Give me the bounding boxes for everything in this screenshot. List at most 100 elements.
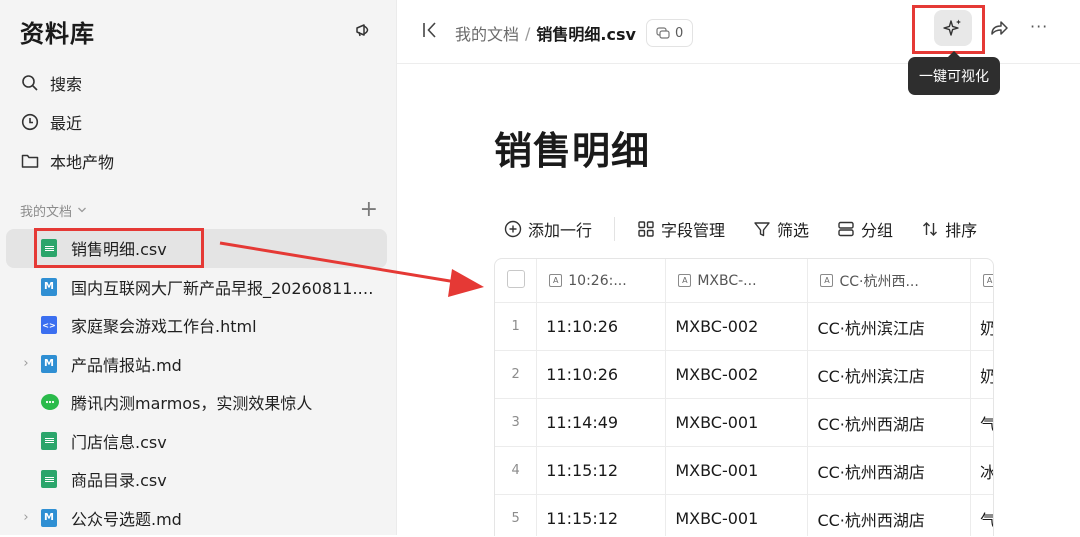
breadcrumb-current: 销售明细.csv (536, 21, 636, 45)
table-cell[interactable]: CC·杭州西湖店 (808, 507, 970, 531)
table-cell[interactable]: 奶昔 (971, 315, 994, 339)
doc-item-product-catalog[interactable]: 商品目录.csv (6, 460, 387, 499)
doc-item-tencent-marmos[interactable]: 腾讯内测marmos，实测效果惊人 (6, 383, 387, 422)
search-icon (20, 73, 40, 93)
table-cell[interactable]: 11:15:12 (537, 461, 665, 480)
group-icon (837, 220, 855, 238)
add-doc-button[interactable]: + (360, 199, 378, 221)
column-header[interactable]: AMXBC-... (666, 259, 808, 303)
table-row[interactable]: 4 11:15:12 MXBC-001 CC·杭州西湖店 冰淇淋 (495, 447, 994, 495)
row-number: 3 (495, 399, 537, 447)
comment-icon (656, 27, 670, 40)
visualize-tooltip: 一键可视化 (908, 57, 1000, 95)
table-cell[interactable]: 11:15:12 (537, 509, 665, 528)
add-row-button[interactable]: 添加一行 (504, 217, 592, 241)
sort-button[interactable]: 排序 (921, 217, 977, 241)
column-header[interactable]: A纯茶 (971, 259, 994, 303)
chevron-right-icon[interactable]: › (21, 356, 31, 371)
table-cell[interactable]: MXBC-001 (666, 413, 807, 432)
document-title: 销售明细 (494, 120, 650, 175)
table-cell[interactable]: 11:10:26 (537, 365, 665, 384)
text-field-icon: A (983, 274, 994, 287)
markdown-file-icon: M (41, 278, 57, 296)
table-cell[interactable]: MXBC-001 (666, 461, 807, 480)
select-all-cell[interactable] (495, 259, 537, 303)
table-cell[interactable]: 冰淇淋 (971, 459, 994, 483)
column-header[interactable]: ACC·杭州西... (808, 259, 971, 303)
megaphone-icon[interactable] (352, 19, 376, 43)
table-cell[interactable]: CC·杭州滨江店 (808, 363, 970, 387)
doc-item-news-brief[interactable]: M 国内互联网大厂新产品早报_20260811.md (6, 268, 387, 307)
highlight-box-active-doc (34, 228, 204, 268)
field-manage-button[interactable]: 字段管理 (637, 217, 725, 241)
comment-count: 0 (675, 26, 683, 41)
collapse-sidebar-icon[interactable] (420, 18, 442, 42)
chevron-right-icon[interactable]: › (21, 510, 31, 525)
table-toolbar: 添加一行 字段管理 筛选 分组 排序 (504, 216, 977, 242)
table-cell[interactable]: CC·杭州滨江店 (808, 315, 970, 339)
row-number: 2 (495, 351, 537, 399)
column-header[interactable]: A10:26:... (537, 259, 666, 303)
table-cell[interactable]: 奶茶 (971, 363, 994, 387)
doc-label: 国内互联网大厂新产品早报_20260811.md (71, 275, 383, 299)
nav-item-label: 最近 (50, 110, 82, 134)
doc-item-party-games[interactable]: <> 家庭聚会游戏工作台.html (6, 306, 387, 345)
sparkle-icon (943, 18, 963, 38)
nav-item-search[interactable]: 搜索 (20, 63, 376, 102)
more-options-button[interactable]: ··· (1030, 17, 1054, 39)
field-manage-label: 字段管理 (661, 217, 725, 241)
doc-label: 门店信息.csv (71, 429, 383, 453)
table-cell[interactable]: 11:14:49 (537, 413, 665, 432)
doc-item-wechat-topics[interactable]: › M 公众号选题.md (6, 499, 387, 537)
breadcrumb-separator: / (525, 24, 530, 43)
select-all-checkbox[interactable] (507, 270, 525, 288)
table-cell[interactable]: MXBC-001 (666, 509, 807, 528)
table-header-row: A10:26:... AMXBC-... ACC·杭州西... A纯茶 (495, 259, 994, 303)
csv-file-icon (41, 432, 57, 450)
table-cell[interactable]: 气泡水 (971, 411, 994, 435)
sidebar-header: 资料库 (20, 14, 376, 48)
comment-count-button[interactable]: 0 (646, 19, 693, 47)
text-field-icon: A (820, 274, 833, 287)
table-cell[interactable]: CC·杭州西湖店 (808, 459, 970, 483)
row-number: 1 (495, 303, 537, 351)
group-button[interactable]: 分组 (837, 217, 893, 241)
text-field-icon: A (678, 274, 691, 287)
filter-label: 筛选 (777, 217, 809, 241)
nav-item-label: 搜索 (50, 71, 82, 95)
doc-list: 销售明细.csv M 国内互联网大厂新产品早报_20260811.md <> 家… (6, 229, 387, 537)
sort-icon (921, 220, 939, 238)
row-number: 4 (495, 447, 537, 495)
row-number: 5 (495, 495, 537, 537)
doc-item-product-intel[interactable]: › M 产品情报站.md (6, 345, 387, 384)
table-cell[interactable]: MXBC-002 (666, 317, 807, 336)
table-cell[interactable]: CC·杭州西湖店 (808, 411, 970, 435)
doc-item-store-info[interactable]: 门店信息.csv (6, 422, 387, 461)
breadcrumb: 我的文档 / 销售明细.csv 0 (455, 19, 693, 47)
topbar: 我的文档 / 销售明细.csv 0 ··· (397, 0, 1080, 64)
table-cell[interactable]: MXBC-002 (666, 365, 807, 384)
doc-label: 公众号选题.md (71, 506, 383, 530)
csv-file-icon (41, 470, 57, 488)
sidebar: 资料库 搜索 最近 本地产物 我的文档 + (0, 0, 397, 535)
table-row[interactable]: 1 11:10:26 MXBC-002 CC·杭州滨江店 奶昔 (495, 303, 994, 351)
section-label: 我的文档 (20, 201, 72, 220)
grid-icon (637, 220, 655, 238)
table-cell[interactable]: 气泡水 (971, 507, 994, 531)
clock-icon (20, 112, 40, 132)
my-docs-toggle[interactable]: 我的文档 (20, 201, 87, 220)
table-cell[interactable]: 11:10:26 (537, 317, 665, 336)
column-header-label: 10:26:... (568, 273, 626, 289)
doc-label: 腾讯内测marmos，实测效果惊人 (71, 390, 383, 414)
table-row[interactable]: 3 11:14:49 MXBC-001 CC·杭州西湖店 气泡水 (495, 399, 994, 447)
nav-item-recent[interactable]: 最近 (20, 102, 376, 141)
table-row[interactable]: 5 11:15:12 MXBC-001 CC·杭州西湖店 气泡水 (495, 495, 994, 537)
one-click-visualize-button[interactable] (934, 10, 972, 46)
breadcrumb-parent[interactable]: 我的文档 (455, 21, 519, 45)
share-icon[interactable] (988, 17, 1008, 39)
nav-item-local-artifacts[interactable]: 本地产物 (20, 141, 376, 180)
table-row[interactable]: 2 11:10:26 MXBC-002 CC·杭州滨江店 奶茶 (495, 351, 994, 399)
chevron-down-icon (77, 206, 87, 214)
filter-button[interactable]: 筛选 (753, 217, 809, 241)
data-table-container: A10:26:... AMXBC-... ACC·杭州西... A纯茶 1 11… (494, 258, 994, 536)
